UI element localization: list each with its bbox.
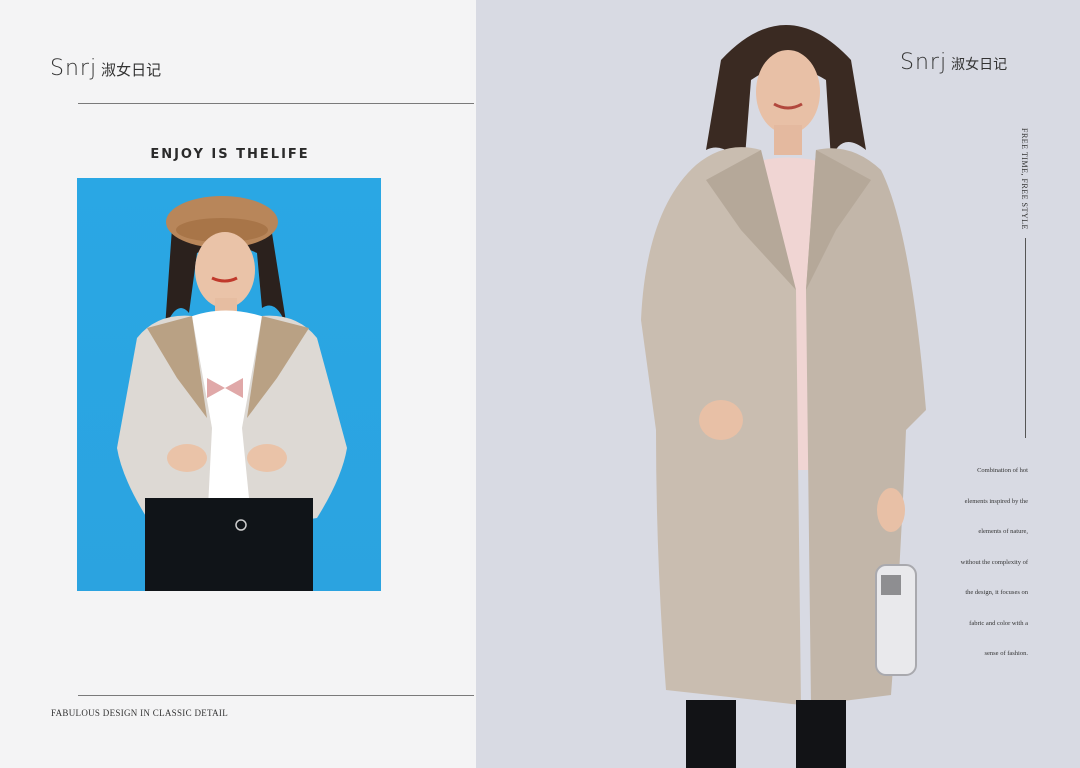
body-line: fabric and color with a (969, 619, 1028, 627)
model-jacket-illustration (117, 196, 347, 591)
body-line: elements of nature, (978, 528, 1028, 535)
body-line: sense of fashion. (984, 650, 1028, 657)
left-page: Snrj 淑女日记 ENJOY IS THELIFE FABULOUS DESI… (0, 0, 476, 768)
brand-logo-latin-right: Snrj (900, 50, 948, 75)
body-line: the design, it focuses on (965, 589, 1028, 596)
top-divider (78, 103, 474, 104)
vertical-tagline: FREE TIME, FREE STYLE (1020, 128, 1029, 230)
brand-logo-latin: Snrj (50, 56, 98, 81)
footer-caption: FABULOUS DESIGN IN CLASSIC DETAIL (51, 708, 229, 718)
body-line: without the complexity of (960, 558, 1028, 566)
headline: ENJOY IS THELIFE (150, 147, 310, 162)
bottom-divider (78, 695, 474, 696)
brand-logo-cjk: 淑女日记 (101, 61, 162, 79)
model-photo-jacket (77, 178, 381, 591)
brand-logo-right: Snrj 淑女日记 (900, 50, 1007, 75)
right-page: Snrj 淑女日记 FREE TIME, FREE STYLE Combinat… (476, 0, 1080, 768)
body-line: Combination of hot (977, 467, 1028, 474)
brand-logo-cjk-right: 淑女日记 (951, 57, 1008, 73)
body-line: elements inspired by the (964, 497, 1028, 505)
vertical-divider (1025, 238, 1026, 438)
brand-logo: Snrj 淑女日记 (50, 56, 161, 81)
body-copy: Combination of hot elements inspired by … (888, 456, 1028, 670)
